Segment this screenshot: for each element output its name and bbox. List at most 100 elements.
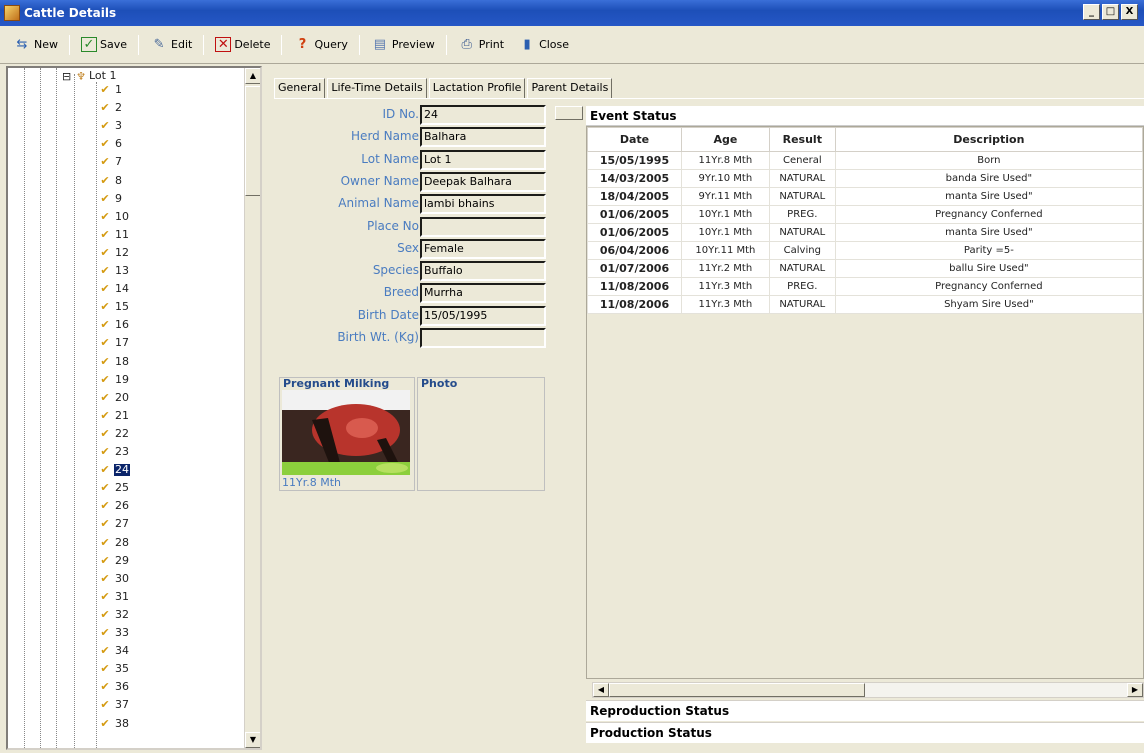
tree-item[interactable]: ✔ 18 bbox=[96, 355, 130, 368]
tree-item[interactable]: ✔ 29 bbox=[96, 554, 130, 567]
query-button[interactable]: ? Query bbox=[290, 34, 350, 56]
table-row[interactable]: 18/04/2005 9Yr.11 Mth NATURAL manta Sire Us… bbox=[587, 187, 1143, 206]
scroll-up-button[interactable]: ▲ bbox=[245, 68, 260, 84]
tree-item[interactable]: ✔ 15 bbox=[96, 301, 130, 313]
tab-general[interactable]: General bbox=[274, 78, 326, 99]
photo-box[interactable]: Photo bbox=[417, 377, 545, 491]
col-description[interactable]: Description bbox=[834, 127, 1143, 152]
field-value[interactable]: 15/05/1995 bbox=[420, 305, 546, 326]
tree-item[interactable]: ✔ 27 bbox=[96, 518, 130, 530]
col-result[interactable]: Result bbox=[768, 127, 836, 152]
event-status-grid[interactable]: Date Age Result Description 15/05/1995 11… bbox=[586, 126, 1144, 679]
field-value[interactable]: Balhara bbox=[420, 127, 546, 148]
preview-button[interactable]: ▤ Preview bbox=[368, 34, 438, 56]
cattle-tree[interactable]: ⊟ ♆ Lot 1 ✔ 1 ✔ 2 ✔ 3 ✔ 6 ✔ 7 ✔ 8 ✔ 9 ✔ 10 ✔ 11 ✔ 12 ✔ 13 ✔ 14 ✔… bbox=[6, 66, 262, 750]
tree-item[interactable]: ✔ 35 bbox=[96, 663, 130, 675]
scroll-right-button[interactable]: ▶ bbox=[1127, 683, 1143, 697]
tree-item[interactable]: ✔ 26 bbox=[96, 500, 130, 512]
field-value[interactable]: Deepak Balhara bbox=[420, 171, 546, 192]
tree-item[interactable]: ✔ 24 bbox=[96, 464, 130, 477]
field-value[interactable]: 24 bbox=[420, 105, 546, 125]
tree-item[interactable]: ✔ 10 bbox=[96, 210, 130, 223]
tree-item[interactable]: ✔ 20 bbox=[96, 391, 130, 404]
tree-item[interactable]: ✔ 11 bbox=[96, 228, 130, 241]
tree-item[interactable]: ✔ 17 bbox=[96, 337, 130, 349]
cell-result: NATURAL bbox=[768, 187, 836, 206]
field-value[interactable]: lambi bhains bbox=[420, 194, 546, 215]
event-table: Date Age Result Description 15/05/1995 11… bbox=[587, 127, 1143, 314]
edit-button[interactable]: ✎ Edit bbox=[147, 34, 195, 56]
grid-horizontal-scrollbar[interactable]: ◀ ▶ bbox=[592, 682, 1144, 698]
tree-item[interactable]: ✔ 25 bbox=[96, 482, 130, 494]
table-row[interactable]: 11/08/2006 11Yr.3 Mth NATURAL Shyam Sire Us… bbox=[587, 295, 1143, 314]
col-age[interactable]: Age bbox=[680, 127, 770, 152]
tree-item[interactable]: ✔ 16 bbox=[96, 319, 130, 331]
collapse-panel-button[interactable] bbox=[555, 106, 583, 120]
table-row[interactable]: 01/06/2005 10Yr.1 Mth PREG. Pregnancy Confe… bbox=[587, 205, 1143, 224]
tree-item[interactable]: ✔ 28 bbox=[96, 536, 130, 549]
tree-item[interactable]: ✔ 32 bbox=[96, 608, 130, 621]
field-value[interactable]: Murrha bbox=[420, 283, 546, 304]
field-value[interactable]: Buffalo bbox=[420, 261, 546, 282]
cattle-leaf-icon: ✔ bbox=[100, 119, 110, 133]
scroll-left-button[interactable]: ◀ bbox=[593, 683, 609, 697]
horizontal-scroll-thumb[interactable] bbox=[609, 683, 865, 697]
table-row[interactable]: 11/08/2006 11Yr.3 Mth PREG. Pregnancy Confe… bbox=[587, 277, 1143, 296]
close-window-button[interactable]: X bbox=[1121, 4, 1138, 20]
maximize-button[interactable]: □ bbox=[1102, 4, 1119, 20]
tree-item[interactable]: ✔ 33 bbox=[96, 627, 130, 639]
tree-item[interactable]: ✔ 31 bbox=[96, 590, 130, 603]
print-icon: ⎙ bbox=[461, 36, 472, 52]
tree-item[interactable]: ✔ 23 bbox=[96, 446, 130, 458]
tree-item[interactable]: ✔ 38 bbox=[96, 717, 130, 730]
tree-root-lot[interactable]: ⊟ ♆ Lot 1 bbox=[62, 70, 117, 83]
tree-item[interactable]: ✔ 3 bbox=[96, 120, 123, 132]
pregnant-milking-image[interactable] bbox=[282, 390, 410, 475]
field-value[interactable]: Lot 1 bbox=[420, 149, 546, 170]
scroll-down-button[interactable]: ▼ bbox=[245, 732, 260, 748]
table-row[interactable]: 15/05/1995 11Yr.8 Mth Ceneral Born bbox=[587, 151, 1143, 170]
save-label: Save bbox=[100, 38, 128, 51]
production-status-bar[interactable]: Production Status bbox=[586, 722, 1144, 743]
tree-item[interactable]: ✔ 7 bbox=[96, 156, 123, 168]
tree-item[interactable]: ✔ 34 bbox=[96, 645, 130, 657]
new-button[interactable]: ⇆ New bbox=[10, 34, 61, 56]
tree-item[interactable]: ✔ 1 bbox=[96, 84, 123, 96]
scroll-thumb[interactable] bbox=[245, 86, 260, 196]
tree-item[interactable]: ✔ 37 bbox=[96, 699, 130, 711]
tree-item[interactable]: ✔ 13 bbox=[96, 265, 130, 277]
new-label: New bbox=[34, 38, 58, 51]
tree-scrollbar[interactable]: ▲ ▼ bbox=[244, 68, 260, 748]
reproduction-status-bar[interactable]: Reproduction Status bbox=[586, 700, 1144, 721]
minimize-button[interactable]: _ bbox=[1083, 4, 1100, 20]
tree-item[interactable]: ✔ 19 bbox=[96, 373, 130, 386]
col-date[interactable]: Date bbox=[587, 127, 682, 152]
tree-item[interactable]: ✔ 21 bbox=[96, 409, 130, 422]
close-button[interactable]: ▮ Close bbox=[515, 34, 572, 56]
table-row[interactable]: 06/04/2006 10Yr.11 Mth Calving Parity =5- bbox=[587, 241, 1143, 260]
table-row[interactable]: 14/03/2005 9Yr.10 Mth NATURAL banda Sire Us… bbox=[587, 169, 1143, 188]
tree-item[interactable]: ✔ 30 bbox=[96, 572, 130, 585]
tab-parent-details[interactable]: Parent Details bbox=[527, 78, 613, 98]
toolbar-separator bbox=[203, 34, 205, 55]
tree-item[interactable]: ✔ 12 bbox=[96, 246, 130, 259]
tree-item[interactable]: ✔ 36 bbox=[96, 681, 130, 693]
tab-life-time-details[interactable]: Life-Time Details bbox=[327, 78, 427, 98]
print-button[interactable]: ⎙ Print bbox=[455, 34, 507, 56]
field-value[interactable] bbox=[420, 216, 546, 237]
table-row[interactable]: 01/06/2005 10Yr.1 Mth NATURAL manta Sire Us… bbox=[587, 223, 1143, 242]
tree-item[interactable]: ✔ 14 bbox=[96, 283, 130, 295]
tab-lactation-profile[interactable]: Lactation Profile bbox=[428, 78, 526, 98]
save-button[interactable]: ✓ Save bbox=[78, 34, 130, 56]
delete-button[interactable]: ✕ Delete bbox=[212, 34, 273, 56]
cattle-leaf-icon: ✔ bbox=[100, 644, 110, 658]
tree-item[interactable]: ✔ 22 bbox=[96, 427, 130, 440]
tree-item[interactable]: ✔ 6 bbox=[96, 138, 123, 150]
field-value[interactable]: Female bbox=[420, 238, 546, 259]
tree-item[interactable]: ✔ 2 bbox=[96, 102, 123, 114]
field-value[interactable] bbox=[420, 328, 546, 348]
table-row[interactable]: 01/07/2006 11Yr.2 Mth NATURAL ballu Sire Us… bbox=[587, 259, 1143, 278]
tree-item[interactable]: ✔ 9 bbox=[96, 192, 123, 205]
collapse-icon[interactable]: ⊟ bbox=[62, 70, 74, 83]
tree-item[interactable]: ✔ 8 bbox=[96, 174, 123, 187]
